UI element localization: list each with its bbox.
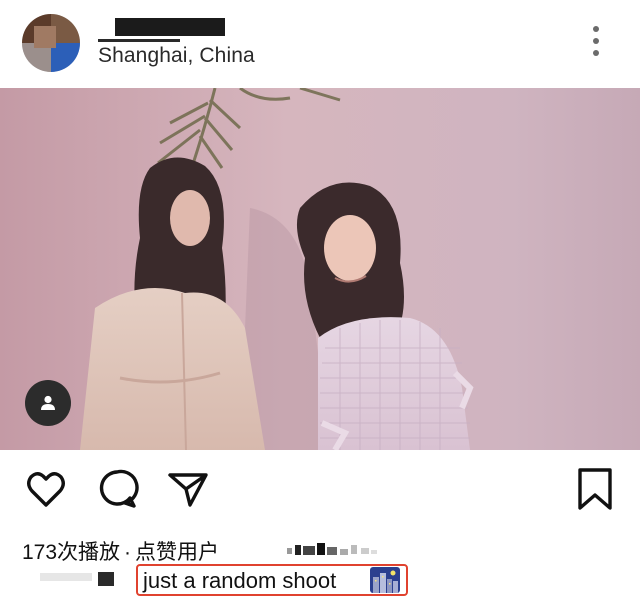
send-icon (168, 473, 208, 507)
photo-illustration (0, 88, 640, 450)
username-redaction-line (98, 39, 180, 42)
caption-username-redacted[interactable] (98, 571, 134, 587)
post-header: Shanghai, China (0, 0, 640, 88)
separator: · (124, 541, 132, 564)
heart-icon (27, 472, 65, 507)
bookmark-icon (578, 468, 612, 510)
action-bar (0, 455, 640, 515)
views-and-likes: 173次播放 · 点赞用户 (22, 536, 219, 566)
caption-username-blur (40, 573, 92, 581)
liked-by-label[interactable]: 点赞用户 (135, 541, 219, 564)
views-count[interactable]: 173次播放 (22, 541, 120, 564)
location-label[interactable]: Shanghai, China (98, 44, 255, 68)
save-button[interactable] (573, 467, 617, 511)
comment-icon (99, 469, 139, 508)
comment-button[interactable] (96, 467, 140, 511)
share-button[interactable] (166, 467, 210, 511)
user-tag-button[interactable] (25, 380, 71, 426)
post-photo[interactable] (0, 88, 640, 450)
avatar[interactable] (22, 14, 80, 72)
more-options-button[interactable] (586, 24, 608, 58)
night-city-emoji (370, 567, 400, 593)
like-button[interactable] (24, 467, 68, 511)
liked-by-usernames-redacted[interactable] (285, 540, 380, 558)
more-vertical-icon (593, 26, 599, 32)
user-tag-icon (41, 395, 55, 410)
caption-text: just a random shoot (143, 568, 337, 593)
username-redacted[interactable] (115, 18, 225, 36)
